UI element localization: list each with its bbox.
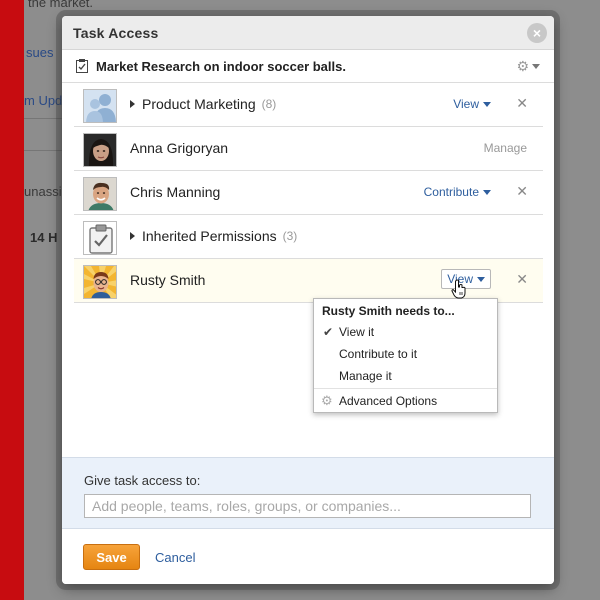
give-access-label: Give task access to: [84, 473, 201, 488]
avatar [83, 265, 117, 299]
menu-item-manage[interactable]: Manage it [314, 365, 497, 387]
give-access-panel: Give task access to: [62, 457, 554, 529]
close-icon[interactable]: × [527, 23, 547, 43]
group-name: Product Marketing [142, 96, 256, 112]
inherited-expander[interactable]: Inherited Permissions (3) [130, 228, 297, 244]
background-link: m Upd [24, 93, 63, 108]
dialog-title: Task Access [73, 25, 159, 41]
inherited-count: (3) [282, 229, 298, 243]
expand-arrow-icon [130, 232, 135, 240]
cancel-link[interactable]: Cancel [155, 550, 195, 565]
background-text: 14 H [30, 230, 58, 245]
check-icon: ✔ [323, 325, 334, 339]
task-checkbox-icon [76, 59, 88, 73]
menu-item-view[interactable]: ✔ View it [314, 321, 497, 343]
menu-item-contribute[interactable]: Contribute to it [314, 343, 497, 365]
permission-dropdown[interactable]: Contribute [424, 185, 491, 199]
clipboard-icon [83, 221, 117, 255]
user-name: Anna Grigoryan [130, 140, 229, 156]
menu-item-advanced-options[interactable]: ⚙ Advanced Options [314, 390, 497, 412]
avatar [83, 133, 117, 167]
permission-label: Contribute [423, 185, 479, 199]
menu-item-label: Advanced Options [339, 394, 438, 408]
list-item: Anna Grigoryan Manage [74, 127, 543, 171]
list-item: Inherited Permissions (3) [74, 215, 543, 259]
background-link: sues [26, 45, 54, 60]
permission-label: Manage [483, 141, 527, 155]
avatar [83, 177, 117, 211]
permission-dropdown[interactable]: View [453, 97, 491, 111]
menu-item-label: Contribute to it [339, 347, 418, 361]
gear-icon: ⚙ [321, 393, 333, 408]
dialog-footer: Save Cancel [62, 530, 554, 584]
chevron-down-icon [477, 276, 485, 282]
dialog-header: Task Access × [62, 16, 554, 50]
remove-icon[interactable]: ✕ [516, 271, 528, 288]
gear-icon: ⚙ [516, 58, 529, 74]
list-item: Product Marketing (8) View ✕ [74, 83, 543, 127]
chevron-down-icon [483, 101, 491, 107]
user-name: Chris Manning [130, 184, 221, 200]
background-divider [24, 150, 64, 151]
inherited-label: Inherited Permissions [142, 228, 277, 244]
expand-arrow-icon [130, 100, 135, 108]
list-item: Rusty Smith View ✕ [74, 259, 543, 303]
list-item: Chris Manning Contribute ✕ [74, 171, 543, 215]
user-name: Rusty Smith [130, 272, 206, 288]
background-divider [24, 118, 64, 119]
background-text: the market. [28, 0, 94, 10]
save-button[interactable]: Save [83, 544, 140, 570]
background-text: unassi [24, 184, 62, 199]
menu-item-label: Manage it [339, 369, 392, 383]
access-list: Product Marketing (8) View ✕ Anna Grigor… [74, 83, 543, 303]
group-expander[interactable]: Product Marketing (8) [130, 96, 276, 112]
group-icon [83, 89, 117, 123]
task-name: Market Research on indoor soccer balls. [96, 59, 346, 74]
chevron-down-icon [532, 64, 540, 69]
menu-divider [314, 388, 497, 389]
menu-title: Rusty Smith needs to... [322, 304, 455, 318]
hand-cursor-icon [451, 279, 466, 299]
permission-menu: Rusty Smith needs to... ✔ View it Contri… [313, 298, 498, 413]
give-access-input[interactable] [84, 494, 531, 518]
member-count: (8) [261, 97, 277, 111]
remove-icon[interactable]: ✕ [516, 95, 528, 112]
brand-sidebar [0, 0, 24, 600]
menu-item-label: View it [339, 325, 375, 339]
remove-icon[interactable]: ✕ [516, 183, 528, 200]
task-settings-menu[interactable]: ⚙ [516, 58, 540, 75]
permission-label: View [453, 97, 479, 111]
task-header: Market Research on indoor soccer balls. … [62, 50, 554, 83]
chevron-down-icon [483, 189, 491, 195]
